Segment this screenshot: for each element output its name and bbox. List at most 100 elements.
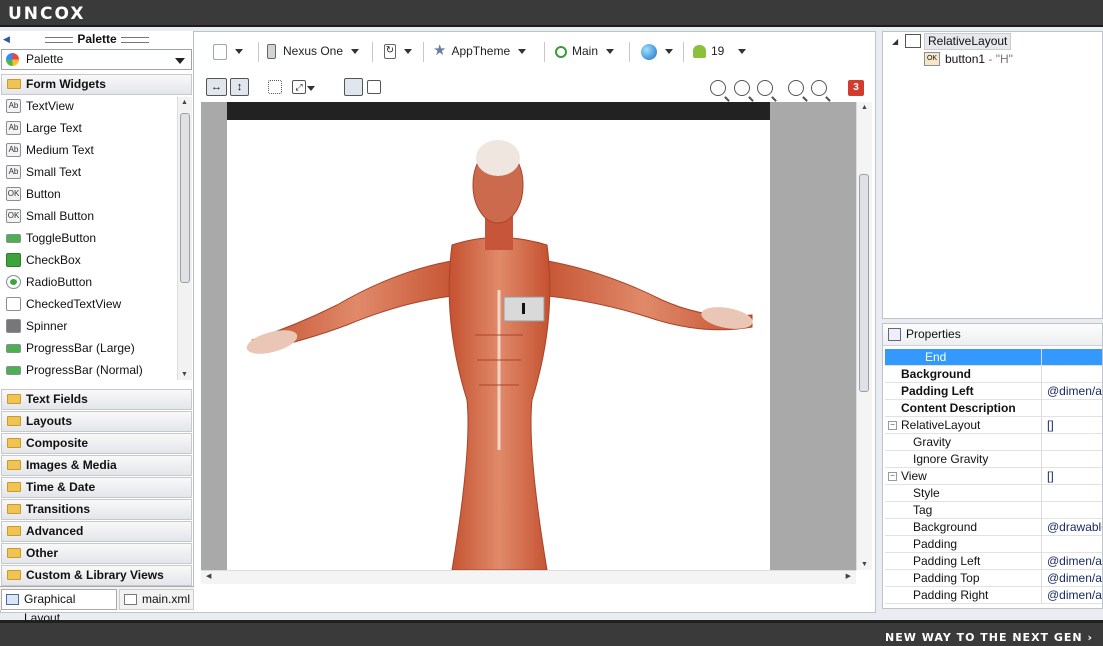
property-row[interactable]: Padding Left @dimen/activity_horizontal_m… [885, 383, 1102, 400]
palette-widget-item[interactable]: OK Small Button [1, 205, 177, 227]
zoom-in-icon[interactable] [811, 80, 827, 96]
property-row[interactable]: Background [885, 366, 1102, 383]
fill-height-icon[interactable]: ↕ [230, 78, 249, 96]
scroll-right-arrow-icon[interactable]: ▶ [846, 572, 851, 580]
palette-widget-item[interactable]: Ab Medium Text [1, 139, 177, 161]
outline-child-node[interactable]: button1 - "H" [945, 51, 1013, 67]
property-row[interactable]: Padding Left @dimen/activity_horizontal_m… [885, 553, 1102, 570]
section-custom-library-views[interactable]: Custom & Library Views [1, 565, 192, 586]
palette-widget-item[interactable]: Spinner [1, 315, 177, 337]
widget-progress-icon [6, 366, 21, 375]
section-images-media[interactable]: Images & Media [1, 455, 192, 476]
widget-progress-icon [6, 344, 21, 353]
property-row[interactable]: − View[] [885, 468, 1102, 485]
property-row[interactable]: Padding Right @dimen/activity_horizontal_… [885, 587, 1102, 604]
property-value[interactable]: @dimen/activity_horizontal_margin [1043, 587, 1102, 604]
api-level-dropdown[interactable]: 19 [693, 38, 747, 64]
zoom-100-icon[interactable] [757, 80, 773, 96]
tab-main-xml[interactable]: main.xml [119, 589, 194, 610]
section-form-widgets[interactable]: Form Widgets [1, 74, 192, 95]
property-value[interactable]: [] [1043, 468, 1102, 485]
palette-widget-item[interactable]: ProgressBar (Normal) [1, 359, 177, 381]
button-icon: OK [924, 52, 940, 66]
section-layouts[interactable]: Layouts [1, 411, 192, 432]
property-value[interactable] [1043, 536, 1102, 553]
section-transitions[interactable]: Transitions [1, 499, 192, 520]
palette-widget-item[interactable]: Ab Large Text [1, 117, 177, 139]
tab-graphical-layout[interactable]: Graphical Layout [1, 589, 117, 625]
property-row[interactable]: Ignore Gravity [885, 451, 1102, 468]
canvas-vertical-scrollbar[interactable]: ▲ ▼ [856, 102, 872, 570]
property-name-text: RelativeLayout [901, 418, 981, 432]
scroll-up-arrow-icon[interactable]: ▲ [181, 99, 188, 106]
property-value[interactable] [1043, 485, 1102, 502]
property-row[interactable]: Padding [885, 536, 1102, 553]
fill-width-icon[interactable]: ↔ [206, 78, 227, 96]
property-row[interactable]: Content Description [885, 400, 1102, 417]
palette-widget-item[interactable]: CheckBox [1, 249, 177, 271]
property-row[interactable]: Background @drawable/ [885, 519, 1102, 536]
layout-bounds-icon[interactable]: ⤢ [292, 80, 306, 94]
scroll-down-arrow-icon[interactable]: ▼ [181, 371, 188, 378]
property-name: Padding Top [885, 570, 1042, 587]
property-value[interactable] [1043, 451, 1102, 468]
zoom-fit-icon[interactable] [710, 80, 726, 96]
section-time-date[interactable]: Time & Date [1, 477, 192, 498]
collapse-toggle-icon[interactable]: − [888, 472, 897, 481]
property-row[interactable]: − RelativeLayout [] [885, 417, 1102, 434]
error-count-badge[interactable]: 3 [848, 80, 864, 96]
property-row[interactable]: Gravity [885, 434, 1102, 451]
zoom-actual-icon[interactable] [734, 80, 750, 96]
zoom-out-icon[interactable] [788, 80, 804, 96]
property-row[interactable]: Tag [885, 502, 1102, 519]
scroll-left-arrow-icon[interactable]: ◀ [206, 572, 211, 580]
layout-canvas[interactable] [201, 102, 856, 570]
chevron-down-icon[interactable] [307, 86, 315, 91]
device-dropdown[interactable]: Nexus One [267, 38, 360, 64]
property-value[interactable]: @drawable/ [1043, 519, 1102, 536]
activity-dropdown[interactable]: Main [555, 38, 615, 64]
palette-widget-item[interactable]: Ab Small Text [1, 161, 177, 183]
property-row[interactable]: End [885, 349, 1102, 366]
section-text-fields[interactable]: Text Fields [1, 389, 192, 410]
show-parent-icon[interactable] [344, 78, 363, 96]
expand-arrow-icon[interactable]: ◢ [892, 37, 898, 46]
property-value[interactable] [1043, 400, 1102, 417]
palette-widget-item[interactable]: RadioButton [1, 271, 177, 293]
property-value[interactable] [1043, 434, 1102, 451]
config-dropdown[interactable] [213, 38, 243, 64]
property-value[interactable]: @dimen/activity_horizontal_margin [1043, 553, 1102, 570]
palette-widget-item[interactable]: ProgressBar (Large) [1, 337, 177, 359]
collapse-toggle-icon[interactable]: − [888, 421, 897, 430]
scroll-up-arrow-icon[interactable]: ▲ [861, 104, 868, 111]
orientation-dropdown[interactable]: ↻ [384, 38, 412, 64]
outline-root-node[interactable]: RelativeLayout [924, 33, 1012, 50]
palette-selector[interactable]: Palette [1, 49, 192, 70]
section-other[interactable]: Other [1, 543, 192, 564]
palette-widget-item[interactable]: OK Button [1, 183, 177, 205]
device-screen[interactable] [227, 120, 770, 570]
property-row[interactable]: Style [885, 485, 1102, 502]
property-value[interactable]: @dimen/activity_horizontal_margin [1043, 383, 1102, 400]
palette-scrollbar[interactable]: ▲ ▼ [177, 97, 192, 380]
palette-widget-item[interactable]: ToggleButton [1, 227, 177, 249]
canvas-horizontal-scrollbar[interactable]: ◀ ▶ [201, 570, 856, 584]
theme-dropdown[interactable]: ★ AppTheme [433, 38, 527, 64]
property-value[interactable] [1043, 349, 1102, 366]
property-value[interactable]: @dimen/activity_vertical_margin [1043, 570, 1102, 587]
margin-toggle-icon[interactable] [268, 80, 282, 94]
show-children-icon[interactable] [367, 80, 381, 94]
property-value[interactable] [1043, 366, 1102, 383]
scroll-thumb[interactable] [859, 174, 869, 392]
palette-widget-item[interactable]: CheckedTextView [1, 293, 177, 315]
property-value[interactable] [1043, 502, 1102, 519]
palette-widget-item[interactable]: Ab TextView [1, 95, 177, 117]
section-advanced[interactable]: Advanced [1, 521, 192, 542]
section-label: Text Fields [26, 392, 88, 406]
property-row[interactable]: Padding Top @dimen/activity_vertical_marg… [885, 570, 1102, 587]
section-composite[interactable]: Composite [1, 433, 192, 454]
property-value[interactable]: [] [1043, 417, 1102, 434]
scroll-thumb[interactable] [180, 113, 190, 283]
scroll-down-arrow-icon[interactable]: ▼ [861, 561, 868, 568]
locale-dropdown[interactable] [641, 38, 673, 64]
